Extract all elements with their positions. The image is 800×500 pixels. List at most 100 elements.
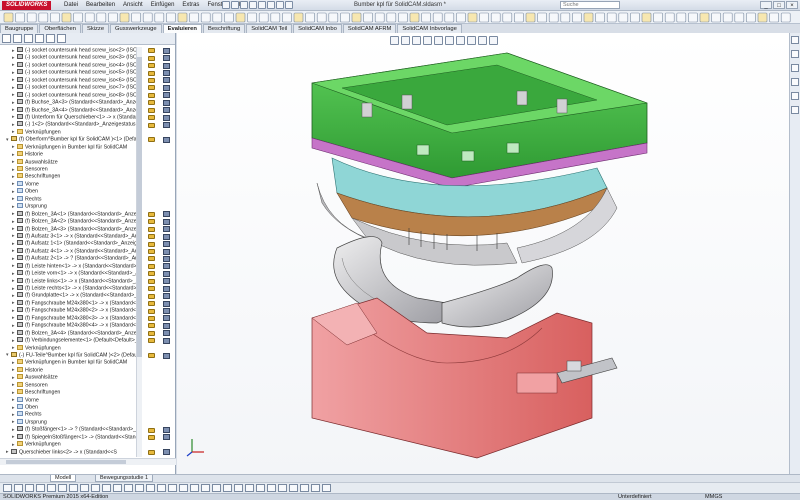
- component-status-icon[interactable]: [162, 211, 170, 218]
- folder-status-icon[interactable]: [147, 48, 155, 54]
- toolbar-tool-icon[interactable]: [154, 12, 165, 23]
- toolbar-tool-icon[interactable]: [328, 12, 339, 23]
- tree-item[interactable]: ▸ Beschriftungen: [0, 389, 142, 396]
- component-status-icon[interactable]: [162, 107, 170, 114]
- folder-status-icon[interactable]: [147, 241, 155, 247]
- command-tab-4[interactable]: Evaluieren: [162, 24, 202, 33]
- bottom-tool-icon[interactable]: [157, 484, 166, 492]
- tree-item[interactable]: ▸ (f) Leiste links<1> -> x (Standard<<Sta…: [0, 277, 142, 285]
- toolbar-tool-icon[interactable]: [432, 12, 443, 23]
- tree-item[interactable]: ▸ Historie: [0, 366, 142, 374]
- bottom-tab-0[interactable]: Modell: [50, 475, 77, 482]
- folder-status-icon[interactable]: [147, 315, 155, 321]
- toolbar-tool-icon[interactable]: [247, 12, 257, 23]
- toolbar-tool-icon[interactable]: [618, 12, 629, 23]
- bottom-tool-icon[interactable]: [212, 484, 221, 492]
- apply-scene-icon[interactable]: [478, 36, 487, 45]
- tree-item[interactable]: ▸ (f) Grundplatte<1> -> x (Standard<<Stan…: [0, 292, 142, 299]
- toolbar-tool-icon[interactable]: [363, 12, 373, 23]
- tree-item[interactable]: ▸ (f) Leiste vorn<1> -> x (Standard<<Stan…: [0, 270, 142, 277]
- tree-item[interactable]: ▸ (-) socket countersunk head screw_iso<6…: [0, 76, 142, 84]
- toolbar-tool-icon[interactable]: [757, 12, 768, 23]
- toolbar-tool-icon[interactable]: [548, 12, 559, 23]
- bottom-tool-icon[interactable]: [278, 484, 287, 492]
- folder-status-icon[interactable]: [147, 70, 155, 76]
- component-status-icon[interactable]: [162, 218, 170, 225]
- solidworks-logo[interactable]: SOLIDWORKS: [2, 1, 52, 10]
- component-status-icon[interactable]: [162, 308, 170, 315]
- folder-status-icon[interactable]: [147, 249, 155, 255]
- folder-status-icon[interactable]: [147, 256, 155, 262]
- toolbar-tool-icon[interactable]: [769, 12, 779, 23]
- toolbar-tool-icon[interactable]: [583, 12, 594, 23]
- tree-item[interactable]: ▸ (f) Aufsatz 2<1> -> ? (Standard<<Standa…: [0, 255, 142, 262]
- component-status-icon[interactable]: [162, 248, 170, 255]
- tree-item[interactable]: ▸ Verknüpfungen: [0, 128, 142, 136]
- toolbar-tool-icon[interactable]: [166, 12, 176, 23]
- toolbar-tool-icon[interactable]: [479, 12, 489, 23]
- tree-item[interactable]: ▸ (-) socket countersunk head screw_iso<3…: [0, 54, 142, 61]
- toolbar-tool-icon[interactable]: [734, 12, 745, 23]
- bottom-tool-icon[interactable]: [14, 484, 23, 492]
- bottom-tool-icon[interactable]: [201, 484, 210, 492]
- folder-status-icon[interactable]: [147, 211, 155, 217]
- component-status-icon[interactable]: [162, 300, 170, 307]
- command-tab-3[interactable]: Gusswerkzeuge: [110, 24, 162, 33]
- select-icon[interactable]: [267, 1, 275, 9]
- bottom-tool-icon[interactable]: [256, 484, 265, 492]
- folder-status-icon[interactable]: [147, 434, 155, 440]
- command-tab-6[interactable]: SolidCAM Teil: [246, 24, 293, 33]
- bottom-tool-icon[interactable]: [102, 484, 111, 492]
- toolbar-tool-icon[interactable]: [305, 12, 315, 23]
- component-status-icon[interactable]: [162, 99, 170, 106]
- menu-item-0[interactable]: Datei: [60, 0, 82, 11]
- component-status-icon[interactable]: [162, 241, 170, 248]
- toolbar-tool-icon[interactable]: [131, 12, 141, 23]
- bottom-tool-icon[interactable]: [289, 484, 298, 492]
- rebuild-icon[interactable]: [276, 1, 284, 9]
- tree-item[interactable]: ▸ (f) Unterform für Querschieber<1> -> x …: [0, 113, 142, 121]
- bottom-tool-icon[interactable]: [58, 484, 67, 492]
- folder-status-icon[interactable]: [147, 115, 155, 121]
- tree-item[interactable]: ▸ (f) Aufsatz 1<1> (Standard<<Standard>_A…: [0, 240, 142, 247]
- component-status-icon[interactable]: [162, 84, 170, 91]
- bottom-tool-icon[interactable]: [322, 484, 331, 492]
- tree-item[interactable]: ▸ Verknüpfungen in Bumber kpl für SolidCA…: [0, 143, 142, 151]
- toolbar-tool-icon[interactable]: [467, 12, 478, 23]
- folder-status-icon[interactable]: [147, 122, 155, 128]
- toolbar-tool-icon[interactable]: [119, 12, 130, 23]
- toolbar-tool-icon[interactable]: [386, 12, 397, 23]
- component-status-icon[interactable]: [162, 255, 170, 262]
- toolbar-tool-icon[interactable]: [711, 12, 721, 23]
- bottom-tool-icon[interactable]: [47, 484, 56, 492]
- toolbar-tool-icon[interactable]: [293, 12, 304, 23]
- toolbar-tool-icon[interactable]: [606, 12, 617, 23]
- command-tab-7[interactable]: SolidCAM Inbo: [293, 24, 342, 33]
- toolbar-tool-icon[interactable]: [502, 12, 513, 23]
- toolbar-tool-icon[interactable]: [537, 12, 547, 23]
- bottom-tool-icon[interactable]: [91, 484, 100, 492]
- folder-status-icon[interactable]: [147, 449, 155, 455]
- dimxpert-tab-icon[interactable]: [35, 34, 44, 43]
- tree-item[interactable]: ▸ Ursprung: [0, 203, 142, 210]
- component-status-icon[interactable]: [162, 70, 170, 77]
- component-status-icon[interactable]: [162, 55, 170, 62]
- folder-status-icon[interactable]: [147, 100, 155, 106]
- bottom-tool-icon[interactable]: [69, 484, 78, 492]
- toolbar-tool-icon[interactable]: [664, 12, 675, 23]
- component-status-icon[interactable]: [162, 92, 170, 99]
- toolbar-tool-icon[interactable]: [224, 12, 234, 23]
- bottom-tool-icon[interactable]: [311, 484, 320, 492]
- design-library-icon[interactable]: [791, 50, 799, 58]
- toolbar-tool-icon[interactable]: [212, 12, 223, 23]
- tree-item[interactable]: ▸ (f) Stoßfänger<1> -> ? (Standard<<Stand…: [0, 426, 142, 433]
- bottom-tool-icon[interactable]: [223, 484, 232, 492]
- tree-item[interactable]: ▸ (f) SpiegelnStoßfänger<1> -> (Standard<…: [0, 433, 142, 441]
- folder-status-icon[interactable]: [147, 353, 155, 359]
- tree-item[interactable]: ▸ (-) socket countersunk head screw_iso<2…: [0, 47, 142, 54]
- bottom-tool-icon[interactable]: [234, 484, 243, 492]
- folder-status-icon[interactable]: [147, 427, 155, 433]
- configuration-manager-tab-icon[interactable]: [24, 34, 33, 43]
- bottom-tool-icon[interactable]: [245, 484, 254, 492]
- solidcam-tab-icon[interactable]: [57, 34, 66, 43]
